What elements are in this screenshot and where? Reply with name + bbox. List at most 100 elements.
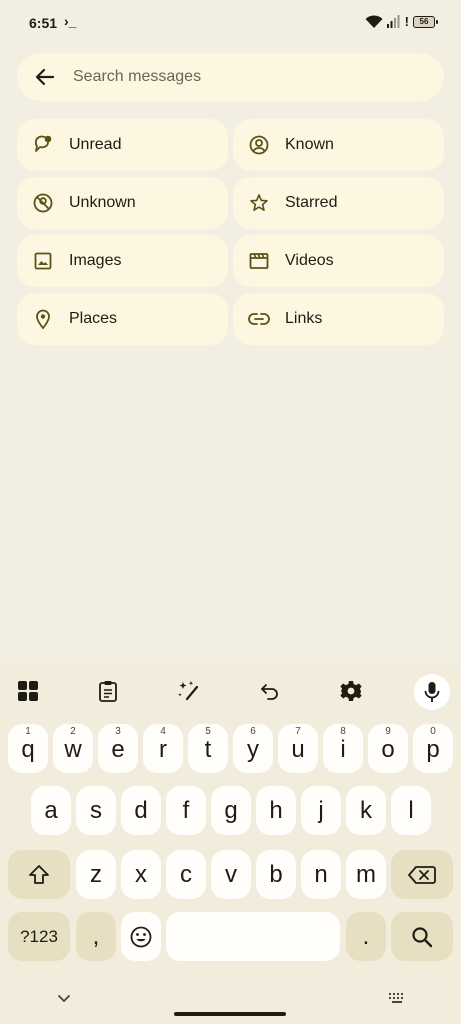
period-key[interactable]: . — [346, 912, 386, 961]
search-key[interactable] — [391, 912, 453, 961]
undo-button[interactable] — [254, 675, 286, 707]
key-k[interactable]: k — [346, 786, 386, 835]
key-hint: 3 — [115, 726, 121, 737]
settings-button[interactable] — [335, 675, 367, 707]
key-label: t — [204, 735, 212, 763]
key-label: w — [64, 735, 82, 763]
key-x[interactable]: x — [121, 850, 161, 899]
chip-places[interactable]: Places — [17, 293, 228, 345]
chip-images[interactable]: Images — [17, 235, 228, 287]
chip-label: Starred — [285, 194, 338, 211]
key-y[interactable]: 6y — [233, 724, 273, 773]
voice-input-button[interactable] — [414, 674, 450, 710]
wifi-icon — [365, 14, 383, 28]
key-hint: 4 — [160, 726, 166, 737]
key-label: d — [134, 796, 148, 824]
key-o[interactable]: 9o — [368, 724, 408, 773]
home-handle[interactable] — [174, 1012, 286, 1016]
comma-key[interactable]: , — [76, 912, 116, 961]
key-t[interactable]: 5t — [188, 724, 228, 773]
key-e[interactable]: 3e — [98, 724, 138, 773]
chip-label: Unknown — [69, 194, 136, 211]
key-label: k — [360, 796, 372, 824]
chip-label: Places — [69, 310, 118, 327]
chip-label: Links — [285, 310, 323, 327]
key-l[interactable]: l — [391, 786, 431, 835]
clipboard-button[interactable] — [92, 675, 124, 707]
magic-write-button[interactable] — [173, 675, 205, 707]
chip-known[interactable]: Known — [233, 119, 444, 171]
emoji-icon — [130, 926, 152, 947]
chip-links[interactable]: Links — [233, 293, 444, 345]
chip-starred[interactable]: Starred — [233, 177, 444, 229]
key-g[interactable]: g — [211, 786, 251, 835]
key-label: g — [224, 796, 238, 824]
back-button[interactable] — [17, 53, 73, 101]
terminal-icon: ›_ — [64, 13, 77, 29]
key-label: c — [180, 860, 192, 888]
key-label: n — [314, 860, 328, 888]
key-label: b — [269, 860, 283, 888]
key-n[interactable]: n — [301, 850, 341, 899]
chip-videos[interactable]: Videos — [233, 235, 444, 287]
clipboard-icon — [99, 681, 117, 702]
sparkle-pen-icon — [178, 681, 199, 701]
emoji-key[interactable] — [121, 912, 161, 961]
key-m[interactable]: m — [346, 850, 386, 899]
key-label: ?123 — [20, 926, 58, 946]
key-j[interactable]: j — [301, 786, 341, 835]
key-z[interactable]: z — [76, 850, 116, 899]
arrow-back-icon — [35, 68, 55, 86]
shift-icon — [29, 864, 49, 884]
key-i[interactable]: 8i — [323, 724, 363, 773]
status-icons: ! 56 — [365, 14, 438, 29]
undo-icon — [261, 684, 278, 700]
shift-key[interactable] — [8, 850, 70, 899]
image-icon — [17, 235, 69, 287]
backspace-key[interactable] — [391, 850, 453, 899]
key-c[interactable]: c — [166, 850, 206, 899]
keyboard: 1q 2w 3e 4r 5t 6y 7u 8i 9o 0p a s d f g … — [0, 666, 461, 1024]
key-u[interactable]: 7u — [278, 724, 318, 773]
key-label: v — [225, 860, 237, 888]
key-v[interactable]: v — [211, 850, 251, 899]
key-hint: 8 — [340, 726, 346, 737]
key-f[interactable]: f — [166, 786, 206, 835]
key-q[interactable]: 1q — [8, 724, 48, 773]
symbols-key[interactable]: ?123 — [8, 912, 70, 961]
search-input[interactable] — [73, 68, 413, 86]
chip-unknown[interactable]: Unknown — [17, 177, 228, 229]
star-icon — [233, 177, 285, 229]
status-bar: 6:51 ›_ ! 56 — [0, 0, 461, 46]
key-label: , — [92, 922, 100, 950]
status-time: 6:51 — [29, 15, 58, 31]
location-pin-icon — [17, 293, 69, 345]
apps-grid-button[interactable] — [12, 675, 44, 707]
key-b[interactable]: b — [256, 850, 296, 899]
gear-icon — [340, 681, 362, 701]
key-label: x — [135, 860, 147, 888]
chip-label: Videos — [285, 252, 334, 269]
key-p[interactable]: 0p — [413, 724, 453, 773]
chevron-down-icon[interactable] — [57, 994, 71, 1004]
keyboard-switch-icon[interactable] — [388, 992, 406, 1004]
key-label: . — [362, 922, 370, 950]
key-label: a — [44, 796, 58, 824]
key-a[interactable]: a — [31, 786, 71, 835]
key-label: j — [318, 796, 324, 824]
key-d[interactable]: d — [121, 786, 161, 835]
space-key[interactable] — [166, 912, 340, 961]
chip-label: Images — [69, 252, 122, 269]
key-label: h — [269, 796, 283, 824]
key-h[interactable]: h — [256, 786, 296, 835]
key-r[interactable]: 4r — [143, 724, 183, 773]
key-label: s — [90, 796, 102, 824]
key-s[interactable]: s — [76, 786, 116, 835]
battery-level: 56 — [419, 17, 429, 26]
search-bar[interactable] — [17, 53, 444, 101]
chip-unread[interactable]: Unread — [17, 119, 228, 171]
key-label: f — [182, 796, 190, 824]
key-label: q — [21, 735, 35, 763]
key-w[interactable]: 2w — [53, 724, 93, 773]
key-label: e — [111, 735, 125, 763]
